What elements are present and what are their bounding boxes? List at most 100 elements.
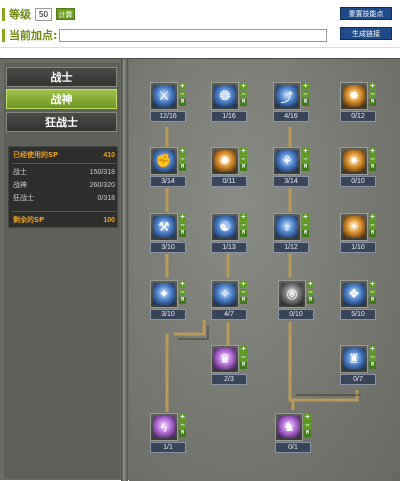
guardian-icon[interactable]: ♜ [343, 348, 365, 370]
skill-max-button[interactable]: M [302, 230, 309, 237]
aura-icon[interactable]: ☀ [343, 216, 365, 238]
tab-war-god[interactable]: 战神 [6, 89, 117, 109]
calc-button[interactable]: 计算 [56, 8, 75, 20]
skill-frame[interactable]: ♜ [340, 345, 368, 373]
skill-frame[interactable]: ⚘ [273, 147, 301, 175]
skill-plus-button[interactable]: + [240, 346, 247, 353]
skill-frame[interactable]: ✸ [340, 82, 368, 110]
skill-minus-button[interactable]: − [240, 156, 247, 163]
skill-minus-button[interactable]: − [307, 289, 314, 296]
wolf-icon[interactable]: ❂ [214, 85, 236, 107]
skill-frame[interactable]: ✊ [150, 147, 178, 175]
skill-minus-button[interactable]: − [240, 289, 247, 296]
skill-max-button[interactable]: M [302, 164, 309, 171]
fist-icon[interactable]: ✊ [153, 150, 175, 172]
skill-minus-button[interactable]: − [369, 156, 376, 163]
skill-max-button[interactable]: M [369, 99, 376, 106]
skill-max-button[interactable]: M [240, 297, 247, 304]
skill-frame[interactable]: ❂ [211, 82, 239, 110]
star-icon[interactable]: ✷ [343, 150, 365, 172]
skill-plus-button[interactable]: + [179, 83, 186, 90]
skill-frame[interactable]: ♛ [211, 345, 239, 373]
skill-frame[interactable]: ☀ [340, 213, 368, 241]
rune-icon[interactable]: ❖ [343, 283, 365, 305]
skill-plus-button[interactable]: + [307, 281, 314, 288]
slash-icon[interactable]: ⤴ [276, 85, 298, 107]
skill-plus-button[interactable]: + [369, 346, 376, 353]
skill-plus-button[interactable]: + [369, 83, 376, 90]
skill-minus-button[interactable]: − [369, 354, 376, 361]
skill-max-button[interactable]: M [240, 362, 247, 369]
skill-max-button[interactable]: M [369, 230, 376, 237]
skill-frame[interactable]: ✷ [340, 147, 368, 175]
skill-frame[interactable]: ✺ [211, 147, 239, 175]
hammer-icon[interactable]: ⚒ [153, 216, 175, 238]
skill-max-button[interactable]: M [179, 99, 186, 106]
skill-max-button[interactable]: M [179, 230, 186, 237]
skill-plus-button[interactable]: + [240, 214, 247, 221]
skill-minus-button[interactable]: − [240, 222, 247, 229]
skill-frame[interactable]: ♆ [273, 213, 301, 241]
skill-minus-button[interactable]: − [240, 91, 247, 98]
skill-plus-button[interactable]: + [240, 281, 247, 288]
tab-berserker[interactable]: 狂战士 [6, 112, 117, 132]
skill-max-button[interactable]: M [307, 297, 314, 304]
phantom-icon[interactable]: ♞ [278, 416, 300, 438]
sword-icon[interactable]: ⚔ [153, 85, 175, 107]
skill-frame[interactable]: ✦ [150, 280, 178, 308]
skill-max-button[interactable]: M [369, 297, 376, 304]
skill-plus-button[interactable]: + [302, 83, 309, 90]
claw-icon[interactable]: ⚘ [276, 150, 298, 172]
spin-icon[interactable]: ◎ [281, 283, 303, 305]
skill-minus-button[interactable]: − [179, 422, 186, 429]
level-input[interactable]: 50 [35, 7, 52, 21]
skill-frame[interactable]: ☯ [211, 213, 239, 241]
skill-max-button[interactable]: M [179, 430, 186, 437]
skill-plus-button[interactable]: + [302, 214, 309, 221]
skill-frame[interactable]: ♞ [275, 413, 303, 441]
flame-icon[interactable]: ♆ [276, 216, 298, 238]
skill-minus-button[interactable]: − [304, 422, 311, 429]
burst-icon[interactable]: ✺ [214, 150, 236, 172]
skill-max-button[interactable]: M [369, 164, 376, 171]
skill-max-button[interactable]: M [302, 99, 309, 106]
shield-bash-icon[interactable]: ✸ [343, 85, 365, 107]
skill-plus-button[interactable]: + [304, 414, 311, 421]
skill-max-button[interactable]: M [240, 99, 247, 106]
skill-plus-button[interactable]: + [179, 281, 186, 288]
skill-plus-button[interactable]: + [369, 214, 376, 221]
skill-minus-button[interactable]: − [369, 91, 376, 98]
skill-minus-button[interactable]: − [369, 289, 376, 296]
skill-plus-button[interactable]: + [179, 414, 186, 421]
skill-frame[interactable]: ϟ [150, 413, 178, 441]
current-points-input[interactable] [59, 28, 328, 42]
skill-minus-button[interactable]: − [369, 222, 376, 229]
spirit-icon[interactable]: ✧ [214, 283, 236, 305]
skill-plus-button[interactable]: + [179, 148, 186, 155]
reset-skills-button[interactable]: 重置技能点 [340, 7, 392, 20]
skill-max-button[interactable]: M [240, 164, 247, 171]
skill-plus-button[interactable]: + [369, 148, 376, 155]
skill-minus-button[interactable]: − [179, 91, 186, 98]
skill-frame[interactable]: ❖ [340, 280, 368, 308]
skill-minus-button[interactable]: − [302, 222, 309, 229]
skill-minus-button[interactable]: − [179, 156, 186, 163]
whirl-icon[interactable]: ✦ [153, 283, 175, 305]
skill-plus-button[interactable]: + [369, 281, 376, 288]
skill-plus-button[interactable]: + [240, 83, 247, 90]
skill-max-button[interactable]: M [369, 362, 376, 369]
skill-plus-button[interactable]: + [302, 148, 309, 155]
skill-max-button[interactable]: M [179, 164, 186, 171]
skill-frame[interactable]: ✧ [211, 280, 239, 308]
skill-frame[interactable]: ⚒ [150, 213, 178, 241]
skill-frame[interactable]: ◎ [278, 280, 306, 308]
skill-minus-button[interactable]: − [302, 91, 309, 98]
thunder-icon[interactable]: ϟ [153, 416, 175, 438]
skill-max-button[interactable]: M [240, 230, 247, 237]
skill-max-button[interactable]: M [179, 297, 186, 304]
skill-plus-button[interactable]: + [179, 214, 186, 221]
skill-plus-button[interactable]: + [240, 148, 247, 155]
skill-minus-button[interactable]: − [179, 222, 186, 229]
skill-frame[interactable]: ⚔ [150, 82, 178, 110]
skill-max-button[interactable]: M [304, 430, 311, 437]
